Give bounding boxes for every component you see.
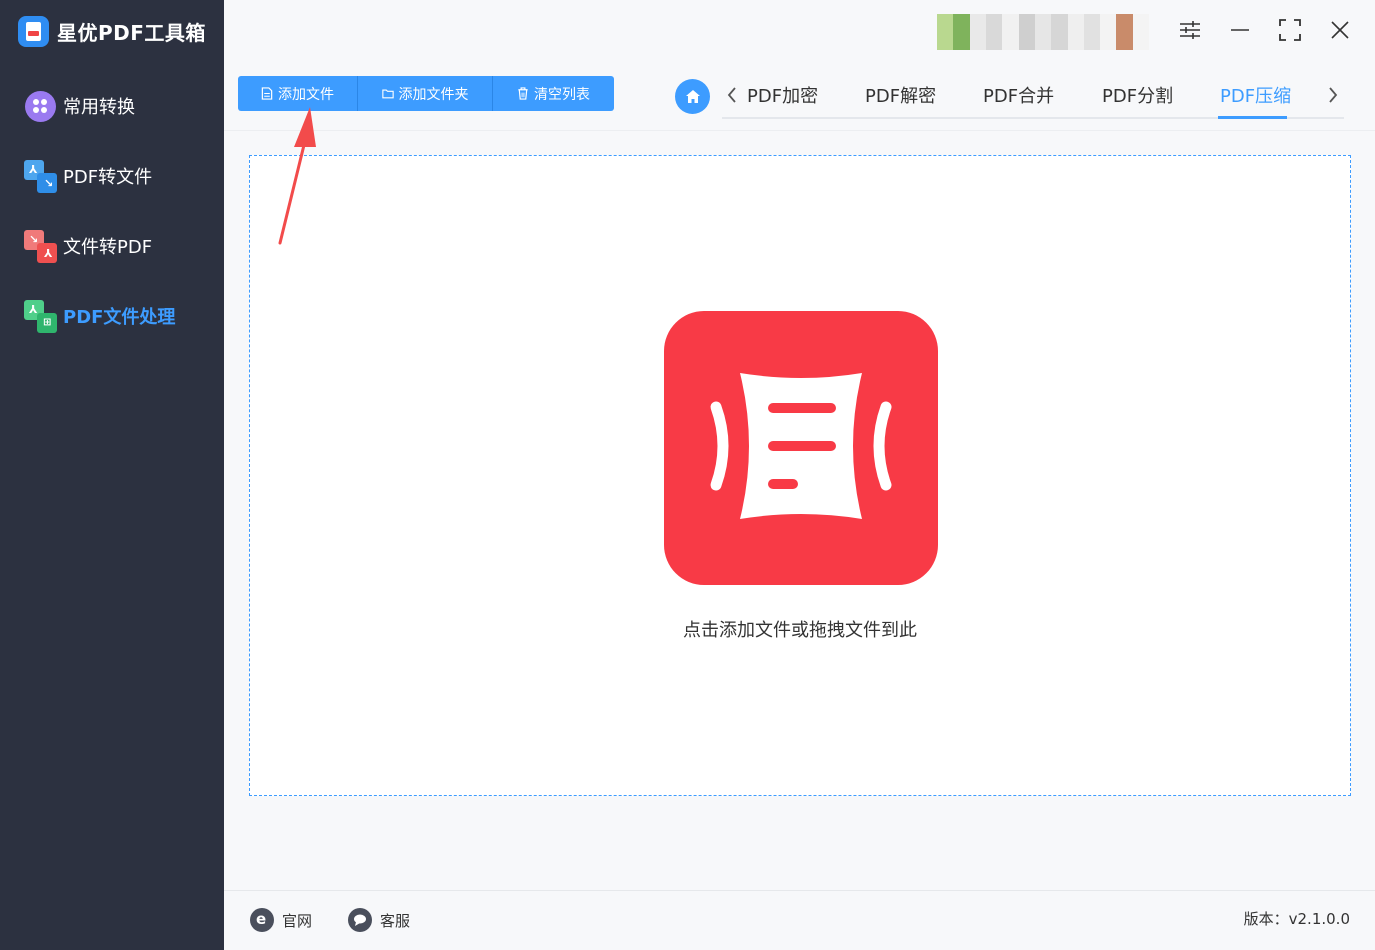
pdf-process-icon: ⅄ ⊞: [24, 299, 57, 333]
support-link[interactable]: 客服: [348, 907, 410, 933]
folder-icon: [381, 89, 394, 99]
close-icon[interactable]: [1325, 15, 1355, 45]
sidebar-item-common-convert[interactable]: 常用转换: [24, 88, 135, 124]
website-link[interactable]: e 官网: [250, 907, 312, 933]
trash-icon: [518, 87, 528, 100]
app-title: 星优PDF工具箱: [57, 20, 206, 45]
sidebar-item-pdf-process[interactable]: ⅄ ⊞ PDF文件处理: [24, 298, 175, 334]
drop-hint-text: 点击添加文件或拖拽文件到此: [683, 620, 917, 641]
home-button[interactable]: [675, 79, 710, 114]
file-to-pdf-icon: ↘ ⅄: [24, 229, 57, 263]
header-divider: [224, 130, 1375, 131]
browser-icon: e: [250, 908, 274, 932]
sidebar-item-label: 常用转换: [63, 97, 135, 118]
add-folder-button[interactable]: 添加文件夹: [358, 76, 493, 111]
sidebar-item-label: PDF转文件: [63, 167, 153, 188]
clear-list-label: 清空列表: [534, 86, 590, 103]
tab-pdf-decrypt[interactable]: PDF解密: [865, 82, 936, 108]
app-brand: 星优PDF工具箱: [18, 14, 206, 48]
chevron-left-icon: [727, 87, 736, 103]
minimize-icon[interactable]: [1225, 15, 1255, 45]
annotation-arrow: [278, 107, 316, 245]
compress-pdf-icon[interactable]: [664, 311, 938, 585]
sidebar: 星优PDF工具箱 常用转换 ⅄ ↘ PDF转文件 ↘ ⅄ 文件转PDF ⅄ ⊞ …: [0, 0, 224, 950]
tab-pdf-split[interactable]: PDF分割: [1102, 82, 1173, 108]
pdf-to-file-icon: ⅄ ↘: [24, 159, 57, 193]
version-text: 版本：v2.1.0.0: [1243, 910, 1350, 928]
sidebar-item-label: PDF文件处理: [63, 307, 176, 328]
tabs-next-button[interactable]: [1322, 82, 1344, 108]
tab-pdf-merge[interactable]: PDF合并: [983, 82, 1054, 108]
chat-icon: [348, 908, 372, 932]
footer-divider: [224, 890, 1375, 891]
chevron-right-icon: [1329, 87, 1338, 103]
tab-pdf-encrypt[interactable]: PDF加密: [747, 82, 818, 108]
settings-icon[interactable]: [1175, 15, 1205, 45]
support-label: 客服: [380, 911, 411, 930]
add-folder-label: 添加文件夹: [398, 86, 469, 103]
maximize-icon[interactable]: [1275, 15, 1305, 45]
common-convert-icon: [24, 90, 57, 123]
pdf-app-logo-icon: [18, 15, 49, 47]
home-icon: [685, 90, 700, 103]
add-file-label: 添加文件: [278, 86, 334, 103]
website-label: 官网: [282, 911, 313, 930]
account-avatar[interactable]: [937, 14, 1150, 50]
active-tab-indicator: [1218, 116, 1287, 119]
tabs-prev-button[interactable]: [721, 82, 743, 108]
file-icon: [261, 87, 273, 100]
clear-list-button[interactable]: 清空列表: [493, 76, 614, 111]
sidebar-item-pdf-to-file[interactable]: ⅄ ↘ PDF转文件: [24, 158, 152, 194]
sidebar-item-file-to-pdf[interactable]: ↘ ⅄ 文件转PDF: [24, 228, 152, 264]
sidebar-item-label: 文件转PDF: [63, 237, 153, 258]
tab-pdf-compress[interactable]: PDF压缩: [1220, 82, 1291, 108]
